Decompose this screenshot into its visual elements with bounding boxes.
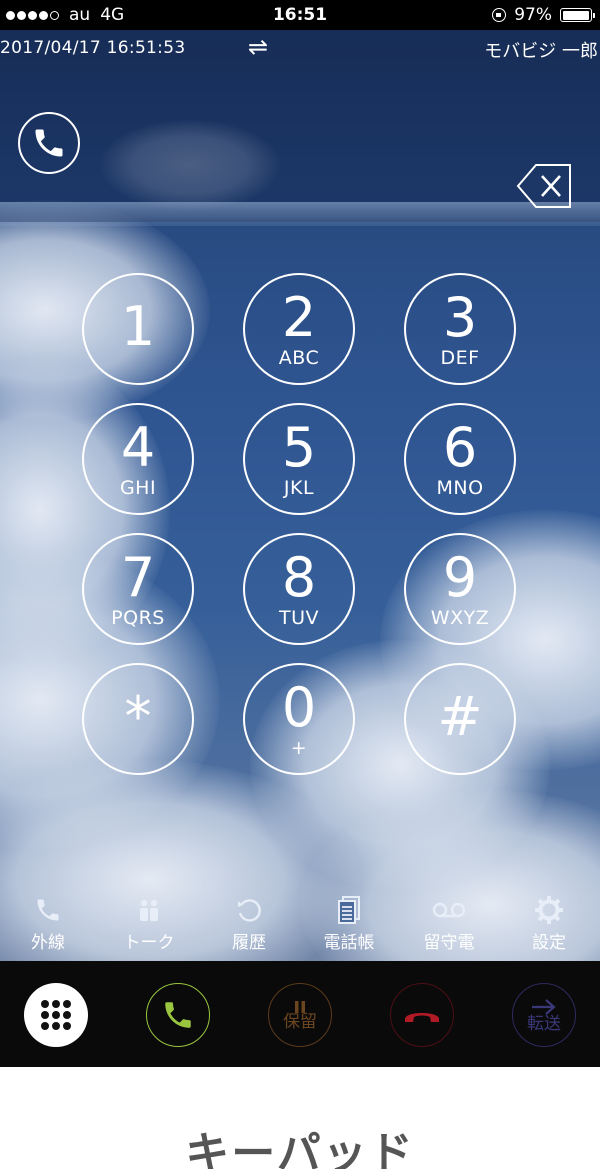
function-tabs: 外線 トーク 履歴 電話帳 留守電 設定 (0, 894, 600, 961)
key-3[interactable]: 3 DEF (404, 273, 516, 385)
key-hash[interactable]: # (404, 663, 516, 775)
key-digit: 3 (442, 285, 478, 349)
status-bar: au 4G 16:51 97% (0, 0, 600, 30)
datetime-label: 2017/04/17 16:51:53 (0, 38, 186, 58)
call-button-top[interactable] (18, 112, 80, 174)
key-letters: TUV (278, 606, 319, 629)
key-star[interactable]: * (82, 663, 194, 775)
arrow-right-icon (532, 998, 556, 1015)
phone-icon (165, 1002, 191, 1028)
key-digit: 8 (281, 545, 317, 609)
key-letters: GHI (119, 476, 157, 499)
status-right: 97% (492, 5, 595, 25)
transfer-label: 転送 (527, 1013, 561, 1034)
gear-icon (534, 894, 564, 926)
phonebook-icon (336, 894, 362, 926)
people-icon (136, 894, 162, 926)
hold-button[interactable]: 保留 (268, 983, 332, 1047)
key-1[interactable]: 1 (82, 273, 194, 385)
tab-history[interactable]: 履歴 (199, 894, 299, 953)
key-5[interactable]: 5 JKL (243, 403, 355, 515)
swap-icon[interactable]: ⇌ (248, 33, 268, 61)
key-letters: DEF (440, 346, 480, 369)
caption-title: キーパッド (185, 1128, 415, 1169)
key-7[interactable]: 7 PQRS (82, 533, 194, 645)
key-digit: 0 (281, 675, 317, 739)
hang-up-icon (405, 1013, 439, 1022)
key-digit: 7 (120, 545, 156, 609)
caption-area: キーパッド (0, 1067, 600, 1169)
history-icon (235, 894, 263, 926)
key-9[interactable]: 9 WXYZ (404, 533, 516, 645)
hold-label: 保留 (283, 1011, 317, 1032)
phone-icon (34, 894, 62, 926)
dialer-screen: 2017/04/17 16:51:53 ⇌ モバビジ 一郎 1 2 ABC 3 … (0, 30, 600, 961)
key-letters: PQRS (111, 606, 165, 629)
call-button[interactable] (146, 983, 210, 1047)
transfer-button[interactable]: 転送 (512, 983, 576, 1047)
key-digit: 2 (281, 285, 317, 349)
tab-label: 電話帳 (323, 933, 375, 953)
key-2[interactable]: 2 ABC (243, 273, 355, 385)
key-digit: # (437, 685, 483, 748)
key-letters: MNO (436, 476, 484, 499)
backspace-icon[interactable] (516, 162, 572, 210)
tab-label: トーク (123, 933, 175, 953)
key-letters: + (290, 736, 308, 759)
keypad-grid-icon (41, 1000, 71, 1030)
battery-percent: 97% (514, 5, 552, 25)
tab-phonebook[interactable]: 電話帳 (299, 894, 399, 953)
tab-settings[interactable]: 設定 (499, 894, 599, 953)
number-display (0, 66, 600, 226)
key-0[interactable]: 0 + (243, 663, 355, 775)
tab-label: 設定 (532, 933, 566, 953)
battery-icon (560, 8, 595, 22)
key-digit: 9 (442, 545, 478, 609)
tab-label: 留守電 (423, 933, 475, 953)
voicemail-icon (432, 894, 466, 926)
tab-voicemail[interactable]: 留守電 (399, 894, 499, 953)
key-4[interactable]: 4 GHI (82, 403, 194, 515)
key-digit: * (124, 685, 152, 748)
key-letters: ABC (278, 346, 320, 369)
call-bar: 保留 転送 (0, 961, 600, 1067)
key-6[interactable]: 6 MNO (404, 403, 516, 515)
key-digit: 5 (281, 415, 317, 479)
user-name: モバビジ 一郎 (484, 41, 598, 62)
phone-icon (35, 129, 63, 157)
key-letters: WXYZ (430, 606, 490, 629)
key-letters: JKL (283, 476, 315, 499)
rotation-lock-icon (492, 8, 507, 22)
keypad-button[interactable] (24, 983, 88, 1047)
info-bar: 2017/04/17 16:51:53 ⇌ モバビジ 一郎 (0, 30, 600, 66)
end-call-button[interactable] (390, 983, 454, 1047)
key-8[interactable]: 8 TUV (243, 533, 355, 645)
key-digit: 6 (442, 415, 478, 479)
tab-label: 外線 (31, 933, 65, 953)
key-digit: 1 (120, 295, 156, 358)
tab-talk[interactable]: トーク (99, 894, 199, 953)
tab-outside-line[interactable]: 外線 (0, 894, 98, 953)
key-digit: 4 (120, 415, 156, 479)
tab-label: 履歴 (232, 933, 266, 953)
